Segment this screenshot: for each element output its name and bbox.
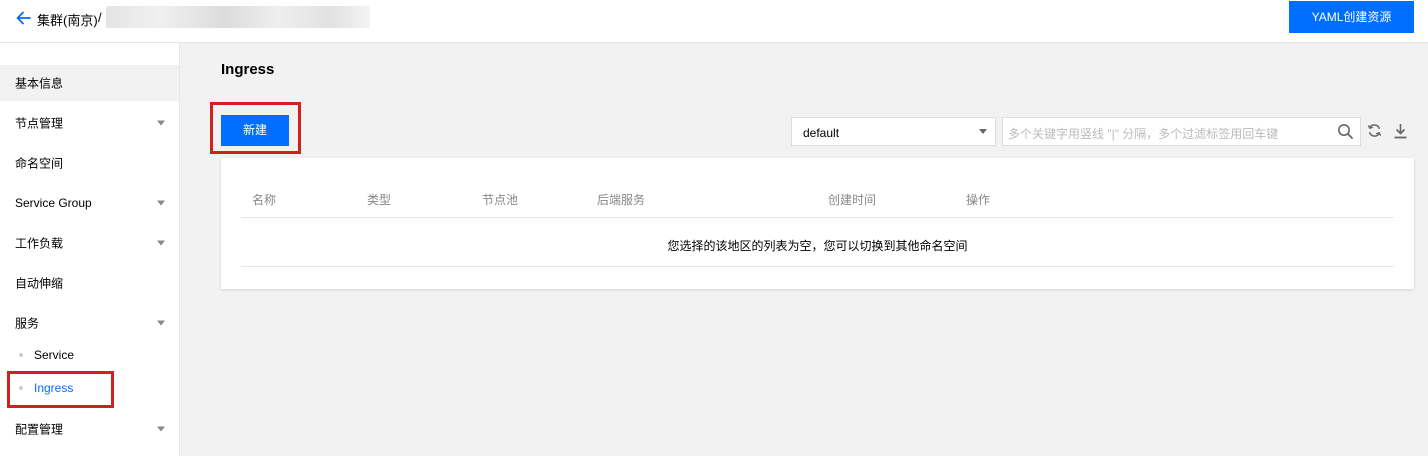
- chevron-down-icon: [157, 200, 165, 206]
- highlight-box-ingress: [7, 371, 114, 408]
- sidebar-item-label: 命名空间: [15, 156, 64, 171]
- column-header-type: 类型: [367, 193, 392, 207]
- sidebar-item-label: 节点管理: [15, 116, 64, 131]
- chevron-down-icon: [157, 240, 165, 246]
- yaml-create-button[interactable]: YAML创建资源: [1289, 1, 1414, 33]
- namespace-select-value: default: [803, 126, 840, 140]
- column-header-actions: 操作: [966, 193, 991, 207]
- search-placeholder: 多个关键字用竖线 "|" 分隔，多个过滤标签用回车键: [1008, 127, 1279, 141]
- breadcrumb-cluster[interactable]: 集群(南京): [37, 10, 98, 29]
- column-header-node-pool: 节点池: [482, 193, 519, 207]
- page-title: Ingress: [221, 61, 275, 78]
- breadcrumb-separator: /: [98, 10, 102, 25]
- sidebar-item-service-group[interactable]: Service Group: [0, 185, 179, 221]
- column-header-backend-service: 后端服务: [597, 193, 646, 207]
- sidebar-subitem-label: Service: [34, 348, 75, 362]
- column-header-name: 名称: [252, 193, 277, 207]
- sidebar-item-label: 配置管理: [15, 422, 64, 437]
- sidebar-item-autoscaling[interactable]: 自动伸缩: [0, 265, 179, 301]
- sidebar-item-config[interactable]: 配置管理: [0, 411, 179, 447]
- sidebar-item-namespaces[interactable]: 命名空间: [0, 145, 179, 181]
- chevron-down-icon: [157, 426, 165, 432]
- chevron-down-icon: [157, 120, 165, 126]
- namespace-select[interactable]: default: [791, 117, 996, 146]
- chevron-down-icon: [979, 129, 987, 134]
- top-bar: 集群(南京) / YAML创建资源: [0, 0, 1428, 43]
- sidebar-item-label: 服务: [15, 316, 40, 331]
- sidebar-subitem-service[interactable]: Service: [0, 340, 179, 370]
- sidebar-item-basic-info[interactable]: 基本信息: [0, 65, 179, 101]
- sidebar-item-workloads[interactable]: 工作负载: [0, 225, 179, 261]
- download-icon[interactable]: [1393, 123, 1408, 139]
- table-body-divider: [241, 266, 1394, 267]
- empty-table-message: 您选择的该地区的列表为空，您可以切换到其他命名空间: [667, 239, 968, 253]
- ingress-table: 名称 类型 节点池 后端服务 创建时间 操作 您选择的该地区的列表为空，您可以切…: [221, 158, 1414, 289]
- chevron-down-icon: [157, 320, 165, 326]
- search-icon[interactable]: [1337, 123, 1354, 140]
- sidebar-item-label: 基本信息: [15, 76, 64, 91]
- bullet-icon: [19, 353, 23, 357]
- sidebar-item-label: Service Group: [15, 196, 92, 210]
- search-input[interactable]: 多个关键字用竖线 "|" 分隔，多个过滤标签用回车键: [1002, 117, 1361, 146]
- sidebar-item-nodes[interactable]: 节点管理: [0, 105, 179, 141]
- sidebar-item-label: 自动伸缩: [15, 276, 64, 291]
- refresh-icon[interactable]: [1367, 123, 1382, 138]
- sidebar-item-services[interactable]: 服务: [0, 305, 179, 341]
- back-arrow-icon[interactable]: [14, 8, 34, 28]
- breadcrumb-cluster-id-redacted: [106, 6, 370, 28]
- table-header-divider: [241, 217, 1394, 218]
- sidebar-item-label: 工作负载: [15, 236, 64, 251]
- column-header-created-time: 创建时间: [828, 193, 877, 207]
- new-button[interactable]: 新建: [221, 115, 289, 146]
